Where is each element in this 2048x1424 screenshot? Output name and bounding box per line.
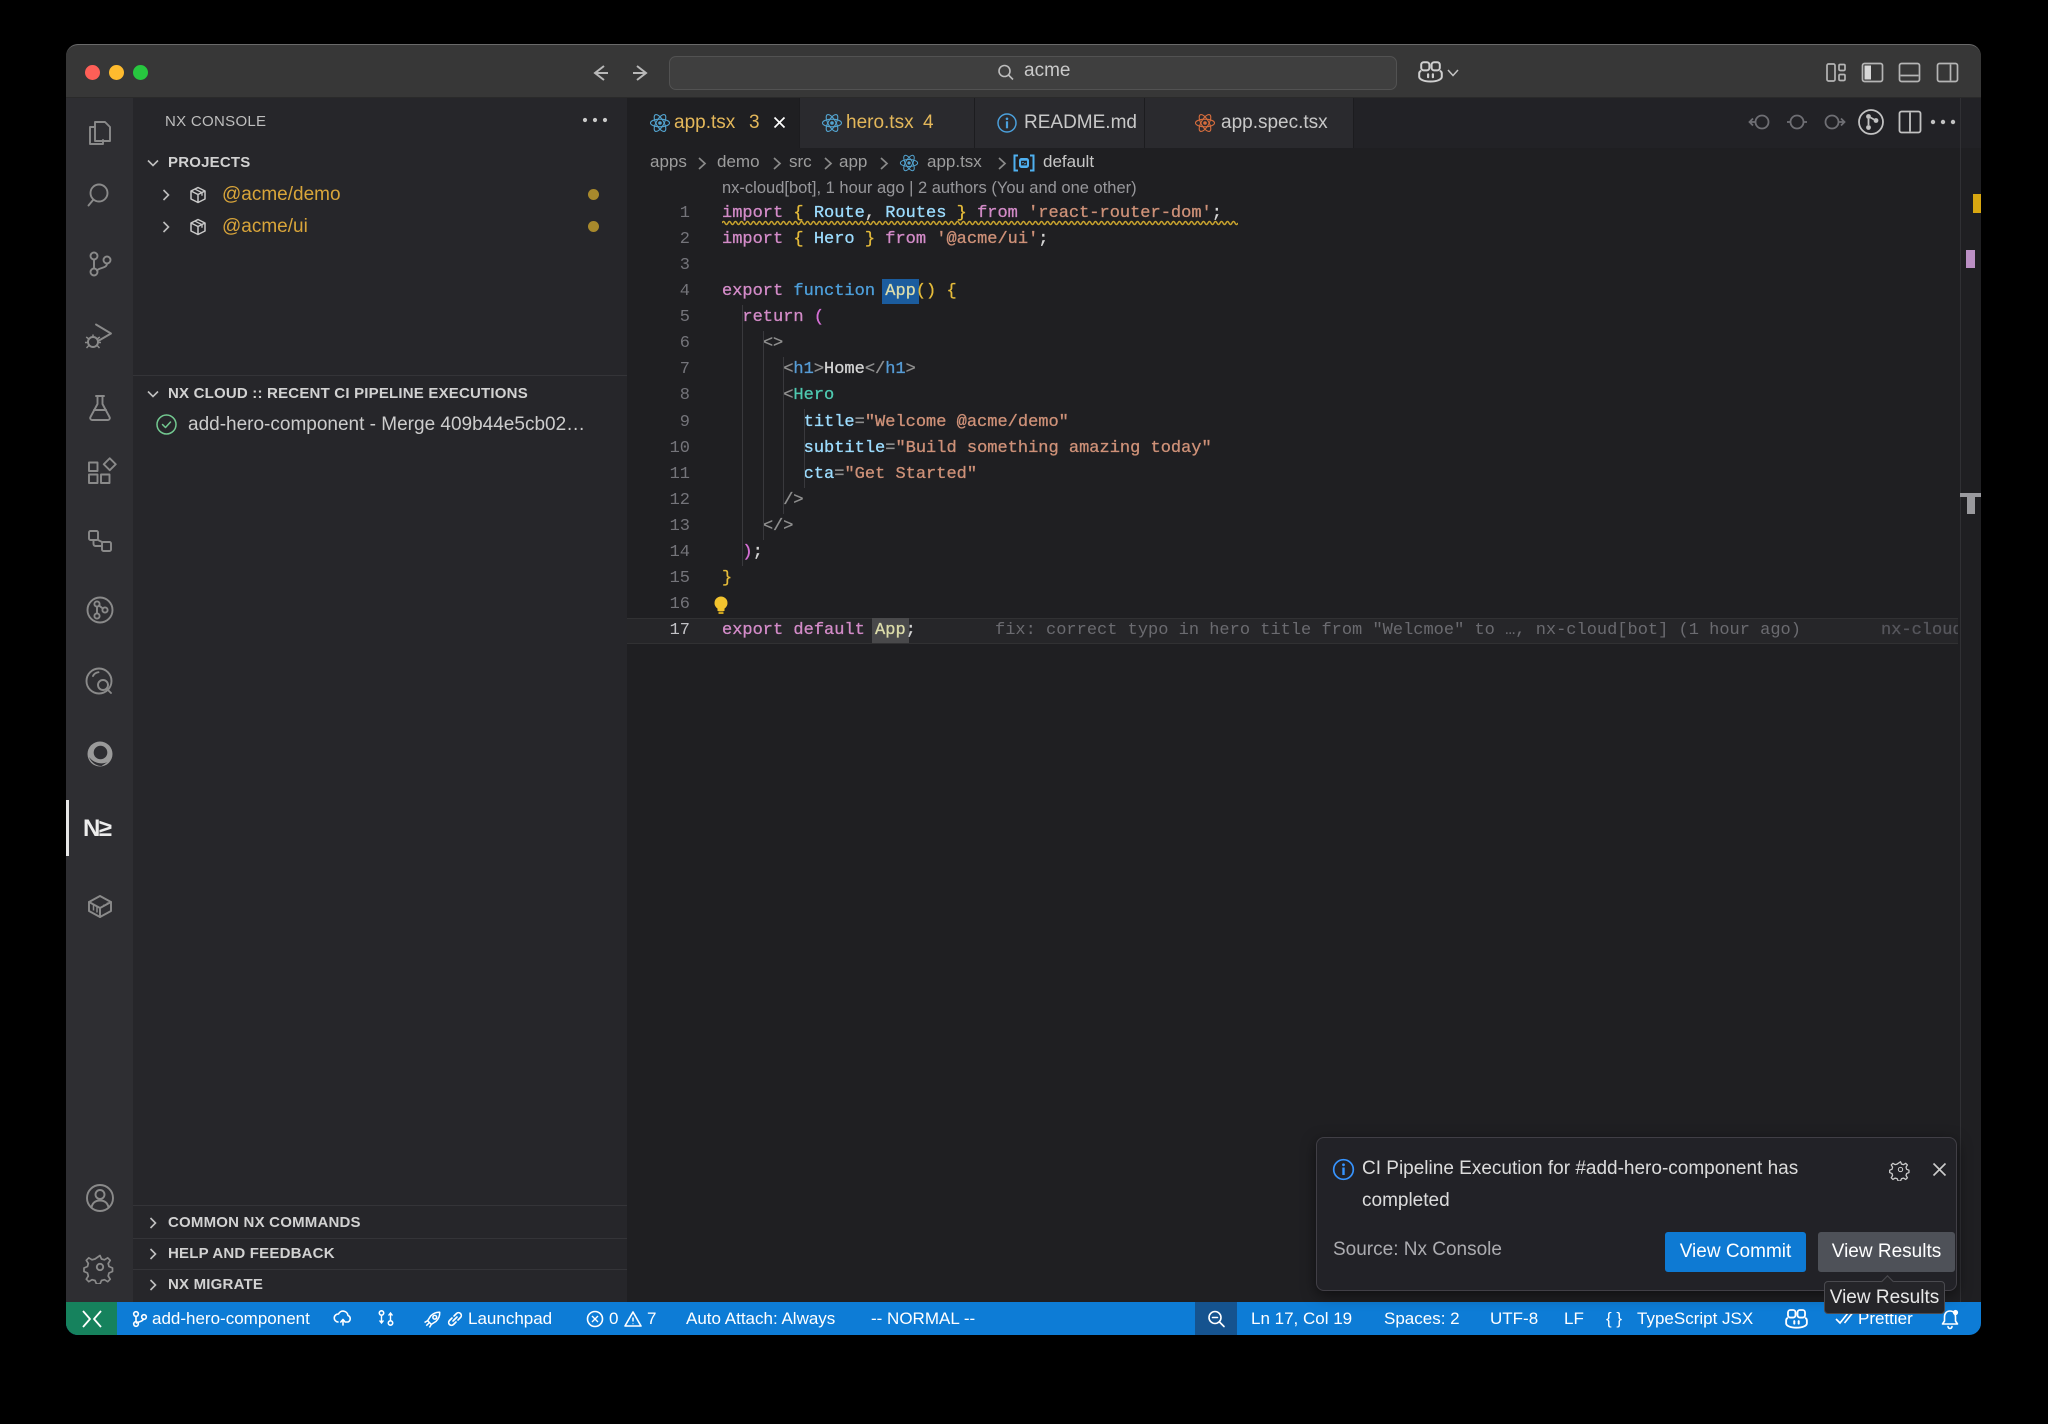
svg-text:N≥: N≥ [83, 815, 112, 842]
